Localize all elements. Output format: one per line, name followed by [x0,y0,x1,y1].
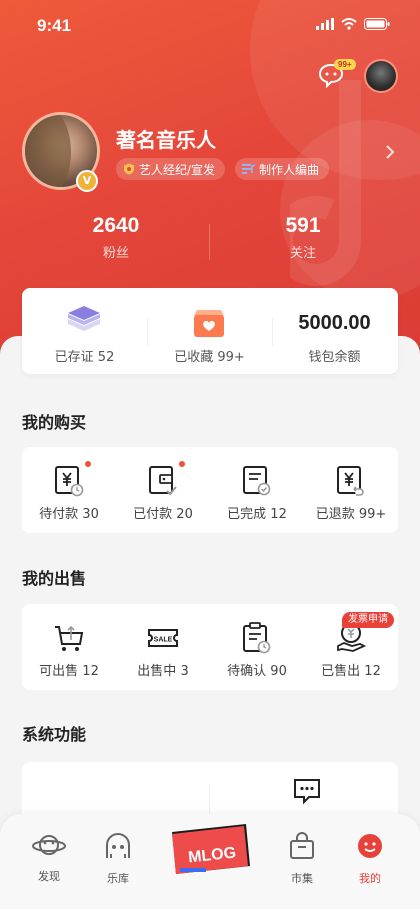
stat-value: 591 [285,214,321,237]
purchase-item-paid[interactable]: 已付款 20 [116,447,210,533]
section-title-sales: 我的出售 [22,569,87,588]
tab-label: 发现 [38,870,60,883]
message-count-badge: 99+ [334,59,356,70]
svg-text:SALE: SALE [154,637,173,644]
sale-item-label: 可出售 12 [39,664,99,679]
planet-icon [32,835,66,855]
shield-icon [124,163,134,175]
shopping-bag-icon [290,832,314,859]
sale-item-selling[interactable]: SALE 出售中 3 [116,604,210,690]
wallet-card: 已存证 52 已收藏 99+ 5000.00 钱包余额 [22,288,398,374]
tag-producer[interactable]: 制作人编曲 [235,158,330,180]
purchase-item-label: 已付款 20 [133,507,193,522]
sale-item-label: 待确认 90 [227,664,287,679]
library-icon [106,833,130,858]
notification-dot [179,461,185,467]
status-bar: 9:41 [0,0,420,50]
wallet-item-balance[interactable]: 5000.00 钱包余额 [272,288,397,374]
notification-dot [85,461,91,467]
wallet-item-favorites[interactable]: 已收藏 99+ [147,288,272,374]
yen-pending-icon [55,466,84,497]
clipboard-clock-icon [243,622,271,654]
music-list-icon [242,164,256,174]
tag-label: 艺人经纪/宣发 [139,162,216,177]
avatar-photo-detail [25,115,71,187]
tab-label: 市集 [291,872,313,885]
tag-label: 制作人编曲 [259,162,320,177]
sale-item-label: 出售中 3 [137,664,189,679]
status-icons [316,18,390,30]
wallet-item-label: 已存证 52 [54,350,115,365]
stat-fans[interactable]: 2640 粉丝 [36,214,196,261]
sale-item-pending-confirm[interactable]: 待确认 90 [210,604,304,690]
tab-discover[interactable]: 发现 [19,832,79,884]
section-title-purchases: 我的购买 [22,413,87,432]
profile-tags: 艺人经纪/宣发 制作人编曲 [116,158,330,180]
tab-mine[interactable]: 我的 [340,832,400,886]
purchase-item-label: 待付款 30 [39,507,99,522]
profile-smile-icon [358,834,382,858]
sale-item-sellable[interactable]: 可出售 12 [22,604,116,690]
wallet-item-label: 钱包余额 [308,350,361,365]
tab-label: 乐库 [107,872,129,885]
section-title-system: 系统功能 [22,725,87,744]
sale-item-label: 已售出 12 [321,664,381,679]
verified-badge: V [76,170,98,192]
cart-upload-icon [55,625,84,651]
stat-divider [209,224,210,260]
stat-value: 2640 [92,214,140,237]
purchase-item-pending[interactable]: 待付款 30 [22,447,116,533]
stat-label: 关注 [289,246,316,261]
purchase-item-label: 已退款 99+ [315,507,387,522]
chat-bubble-icon[interactable] [292,778,322,806]
wallet-balance-amount: 5000.00 [298,312,371,334]
purchases-card: 待付款 30 已付款 20 已完成 12 已退款 99+ [22,447,398,533]
signal-icon [316,18,334,30]
chevron-right-icon[interactable] [384,144,396,160]
favorites-box-icon [194,310,224,337]
stat-following[interactable]: 591 关注 [223,214,383,261]
wallet-item-label: 已收藏 99+ [174,350,245,365]
document-check-icon [243,466,271,496]
wallet-check-icon [149,466,177,496]
battery-icon [364,18,390,30]
tag-agent[interactable]: 艺人经纪/宣发 [116,158,226,180]
status-time: 9:41 [37,16,72,35]
stat-label: 粉丝 [102,246,129,261]
wifi-icon [341,18,357,30]
profile-stats: 2640 粉丝 591 关注 [0,214,420,274]
yen-refund-icon [337,466,364,496]
mlog-logo[interactable]: MLOG [168,822,254,878]
tab-label: 我的 [359,872,381,885]
sale-ticket-icon: SALE [148,629,178,647]
purchase-item-refunded[interactable]: 已退款 99+ [304,447,398,533]
wallet-item-certified[interactable]: 已存证 52 [22,288,147,374]
layers-icon [68,306,100,331]
header-avatar[interactable] [364,59,398,93]
tab-market[interactable]: 市集 [272,832,332,886]
tab-library[interactable]: 乐库 [88,832,148,886]
profile-name: 著名音乐人 [116,128,216,152]
purchase-item-label: 已完成 12 [227,507,287,522]
invoice-request-badge[interactable]: 发票申请 [342,612,394,628]
purchase-item-completed[interactable]: 已完成 12 [210,447,304,533]
